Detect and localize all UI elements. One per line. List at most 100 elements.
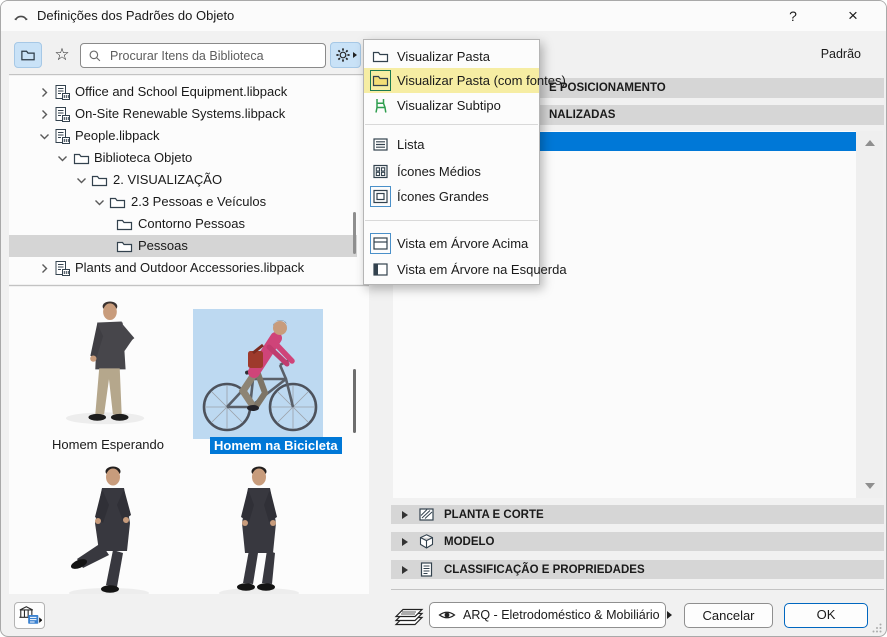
title-bar: Definições dos Padrões do Objeto ? × xyxy=(1,1,886,31)
footer-separator xyxy=(391,589,884,590)
help-button[interactable]: ? xyxy=(772,1,814,31)
chevron-right-icon[interactable] xyxy=(36,260,53,277)
chair-icon xyxy=(370,95,391,116)
tree-item[interactable]: People.libpack xyxy=(9,125,357,147)
chevron-down-icon[interactable] xyxy=(91,194,108,211)
search-input[interactable] xyxy=(108,47,325,64)
section-header-classification-properties[interactable]: CLASSIFICAÇÃO E PROPRIEDADES xyxy=(391,560,884,579)
menu-item-label: Lista xyxy=(397,136,425,152)
folder-icon xyxy=(116,216,133,233)
section-header-plan-section[interactable]: PLANTA E CORTE xyxy=(391,505,884,524)
collapsed-triangle-icon xyxy=(402,537,408,546)
library-manager-button[interactable] xyxy=(14,602,45,629)
tree-item-selected[interactable]: Pessoas xyxy=(9,235,357,257)
tree-preview-separator xyxy=(9,285,369,286)
object-default-settings-dialog: Definições dos Padrões do Objeto ? × ☆ O… xyxy=(0,0,887,637)
menu-item-visualizar-subtipo[interactable]: Visualizar Subtipo xyxy=(364,93,539,117)
menu-item-label: Ícones Médios xyxy=(397,163,481,179)
tree-scrollbar-thumb[interactable] xyxy=(353,212,356,254)
folder-icon xyxy=(73,150,90,167)
folder-icon xyxy=(109,194,126,211)
plan-section-icon xyxy=(418,506,435,523)
resize-grip[interactable] xyxy=(872,623,882,633)
tree-item-label: On-Site Renewable Systems.libpack xyxy=(75,106,286,121)
tree-item[interactable]: Biblioteca Objeto xyxy=(9,147,357,169)
collapsed-triangle-icon xyxy=(402,565,408,574)
object-arc-icon xyxy=(13,8,29,24)
tree-item[interactable]: Office and School Equipment.libpack xyxy=(9,81,357,103)
tree-item[interactable]: 2.3 Pessoas e Veículos xyxy=(9,191,357,213)
section-header-label: NALIZADAS xyxy=(549,109,616,121)
menu-item-label: Ícones Grandes xyxy=(397,188,489,204)
tree-item[interactable]: Contorno Pessoas xyxy=(9,213,357,235)
close-button[interactable]: × xyxy=(832,1,874,31)
tree-item[interactable]: On-Site Renewable Systems.libpack xyxy=(9,103,357,125)
thumbnail-seated-man-2[interactable] xyxy=(209,465,309,594)
settings-scrollbar[interactable] xyxy=(856,131,883,498)
ok-button[interactable]: OK xyxy=(784,603,868,628)
menu-item-label: Visualizar Pasta (com fontes) xyxy=(397,73,566,88)
toolbar-separator xyxy=(9,74,369,75)
chevron-right-icon[interactable] xyxy=(36,106,53,123)
folder-view-toggle-button[interactable] xyxy=(14,42,42,68)
favorites-button[interactable]: ☆ xyxy=(48,42,76,68)
menu-item-label: Visualizar Subtipo xyxy=(397,97,501,113)
star-icon: ☆ xyxy=(54,45,70,64)
chevron-down-icon[interactable] xyxy=(36,128,53,145)
cancel-button[interactable]: Cancelar xyxy=(684,603,773,628)
thumbnail-label-selected[interactable]: Homem na Bicicleta xyxy=(210,437,342,454)
thumbnail-homem-na-bicicleta[interactable] xyxy=(193,309,323,439)
tree-item-label: Pessoas xyxy=(138,238,188,253)
tree-item-label: Contorno Pessoas xyxy=(138,216,245,231)
library-tree: Office and School Equipment.libpack On-S… xyxy=(9,76,369,284)
menu-item-vista-arvore-acima[interactable]: Vista em Árvore Acima xyxy=(364,231,539,255)
tree-item-label: People.libpack xyxy=(75,128,160,143)
layers-icon xyxy=(393,606,425,626)
eye-icon xyxy=(438,609,456,621)
menu-item-lista[interactable]: Lista xyxy=(364,132,539,156)
menu-item-icones-grandes[interactable]: Ícones Grandes xyxy=(364,184,539,208)
view-settings-button[interactable] xyxy=(330,42,361,68)
thumbnail-homem-esperando[interactable] xyxy=(53,299,163,431)
thumbnail-label[interactable]: Homem Esperando xyxy=(33,437,183,452)
libpack-icon xyxy=(54,260,71,277)
thumbnail-seated-man-1[interactable] xyxy=(61,465,161,594)
menu-item-label: Visualizar Pasta xyxy=(397,48,490,64)
medium-icons-icon xyxy=(370,161,391,182)
section-header-model[interactable]: MODELO xyxy=(391,532,884,551)
menu-item-label: Vista em Árvore Acima xyxy=(397,235,529,251)
scroll-up-arrow[interactable] xyxy=(865,140,875,146)
chevron-down-icon[interactable] xyxy=(54,150,71,167)
large-icons-icon xyxy=(370,185,391,207)
menu-item-label: Vista em Árvore na Esquerda xyxy=(397,261,567,277)
tree-item-label: Office and School Equipment.libpack xyxy=(75,84,288,99)
layer-selector[interactable]: ARQ - Eletrodoméstico & Mobiliário xyxy=(429,602,672,628)
menu-item-visualizar-pasta-com-fontes[interactable]: Visualizar Pasta (com fontes) xyxy=(364,68,566,93)
section-header-label: MODELO xyxy=(444,535,495,548)
folder-icon xyxy=(370,46,391,67)
chevron-down-icon[interactable] xyxy=(73,172,90,189)
section-header-label: E POSICIONAMENTO xyxy=(549,82,666,94)
tree-item[interactable]: 2. VISUALIZAÇÃO xyxy=(9,169,357,191)
section-header-label: CLASSIFICAÇÃO E PROPRIEDADES xyxy=(444,563,645,576)
collapsed-triangle-icon xyxy=(402,510,408,519)
menu-item-visualizar-pasta[interactable]: Visualizar Pasta xyxy=(364,44,539,68)
thumbnail-scrollbar-thumb[interactable] xyxy=(353,369,356,433)
scroll-down-arrow[interactable] xyxy=(865,483,875,489)
chevron-right-icon[interactable] xyxy=(36,84,53,101)
libpack-icon xyxy=(54,84,71,101)
combo-arrow-icon xyxy=(666,611,672,619)
tree-left-icon xyxy=(370,259,391,280)
layer-selector-value: ARQ - Eletrodoméstico & Mobiliário xyxy=(463,608,660,622)
menu-separator xyxy=(365,124,538,125)
libpack-icon xyxy=(54,128,71,145)
menu-item-vista-arvore-esquerda[interactable]: Vista em Árvore na Esquerda xyxy=(364,257,567,281)
properties-doc-icon xyxy=(418,561,435,578)
gear-icon xyxy=(335,47,351,63)
tree-item[interactable]: Plants and Outdoor Accessories.libpack xyxy=(9,257,357,279)
default-badge: Padrão xyxy=(820,47,861,61)
dialog-title: Definições dos Padrões do Objeto xyxy=(37,8,235,23)
menu-item-icones-medios[interactable]: Ícones Médios xyxy=(364,159,539,183)
tree-item-label: 2.3 Pessoas e Veículos xyxy=(131,194,267,209)
tree-above-icon xyxy=(370,232,391,254)
